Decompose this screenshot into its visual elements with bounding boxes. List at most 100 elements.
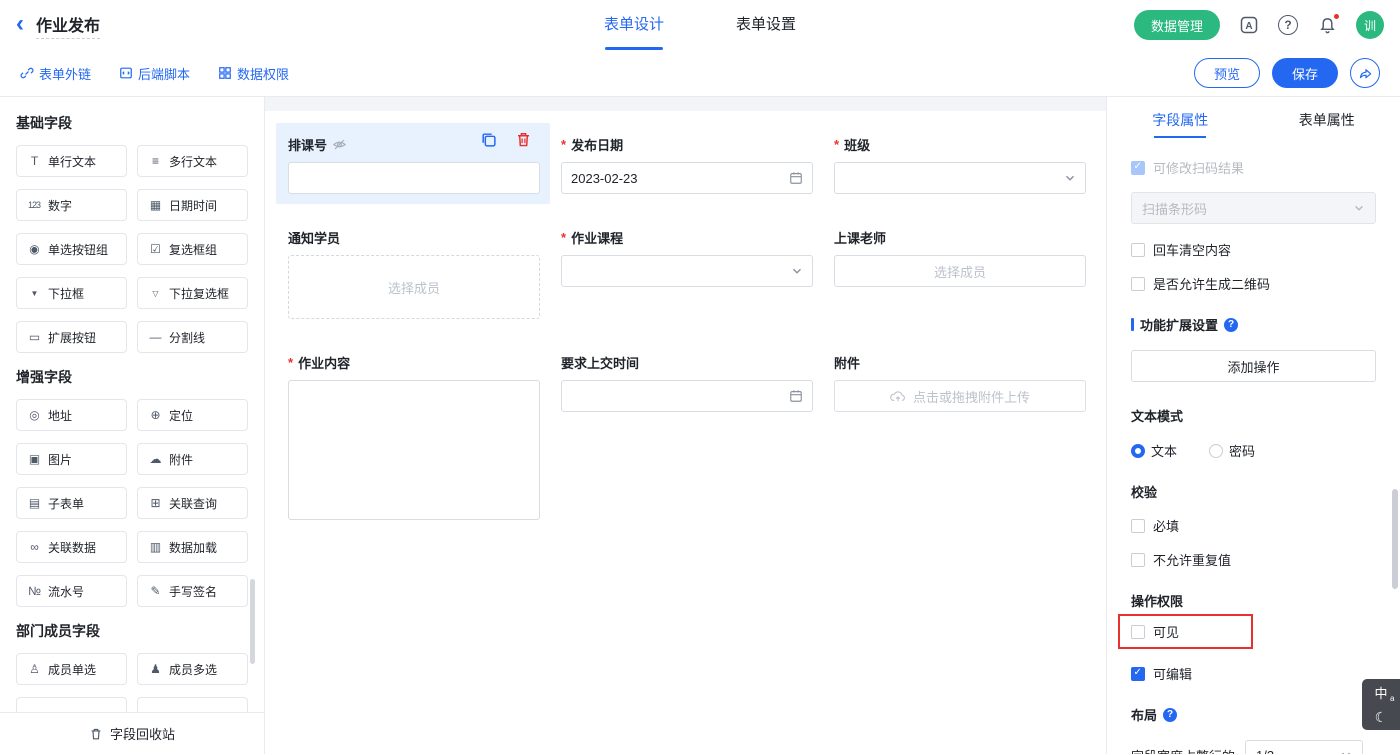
radio-option-text[interactable]: 文本 [1131,441,1177,460]
preview-button[interactable]: 预览 [1194,58,1260,88]
checkbox-visible[interactable] [1131,625,1145,639]
sidebar-item-serial-number[interactable]: №流水号 [16,575,127,607]
form-external-link[interactable]: 表单外链 [20,64,91,83]
sidebar-item-related-data[interactable]: ∞关联数据 [16,531,127,563]
sidebar-item-member-multi[interactable]: ♟成员多选 [137,653,248,685]
add-operation-button[interactable]: 添加操作 [1131,350,1376,382]
section-validation: 校验 [1131,482,1376,501]
notification-bell-icon[interactable] [1316,14,1338,36]
field-teacher[interactable]: 上课老师 选择成员 [834,228,1086,287]
homework-course-select[interactable] [561,255,813,287]
publish-date-input[interactable]: 2023-02-23 [561,162,813,194]
radio-password[interactable] [1209,444,1223,458]
properties-panel: 字段属性 表单属性 可修改扫码结果 扫描条形码 回车清空内容 是否允许生成二维码 [1106,97,1400,754]
sidebar-item-signature[interactable]: ✎手写签名 [137,575,248,607]
sidebar-item-related-query[interactable]: ⊞关联查询 [137,487,248,519]
data-permission-link[interactable]: 数据权限 [218,64,289,83]
field-notify-students[interactable]: 通知学员 选择成员 [288,228,540,319]
field-class[interactable]: *班级 [834,135,1086,194]
field-due-time[interactable]: 要求上交时间 [561,353,813,412]
field-homework-course[interactable]: *作业课程 [561,228,813,287]
course-schedule-no-input[interactable] [288,162,540,194]
page-title[interactable]: 作业发布 [36,12,100,39]
checkbox-editable[interactable] [1131,667,1145,681]
sidebar-item-checkbox-group[interactable]: ☑复选框组 [137,233,248,265]
button-icon: ▭ [26,330,42,344]
avatar[interactable]: 训 [1356,11,1384,39]
scan-mode-select[interactable]: 扫描条形码 [1131,192,1376,224]
back-icon[interactable]: ‹ [16,12,24,36]
tab-form-design[interactable]: 表单设计 [604,0,664,50]
divider-icon: — [147,330,163,344]
checkbox-no-duplicate[interactable] [1131,553,1145,567]
checkbox-enter-clear[interactable] [1131,243,1145,257]
language-icon[interactable]: A [1238,14,1260,36]
option-no-duplicate: 不允许重复值 [1131,550,1376,569]
subform-icon: ▤ [26,496,42,510]
backend-script-link[interactable]: 后端脚本 [119,64,190,83]
eye-off-icon [332,137,347,152]
sidebar-item-dropdown-multi[interactable]: ▽下拉复选框 [137,277,248,309]
field-attachment[interactable]: 附件 点击或拖拽附件上传 [834,353,1086,412]
radio-text[interactable] [1131,444,1145,458]
field-label: 附件 [834,353,860,372]
field-homework-content[interactable]: *作业内容 [288,353,540,520]
option-label: 必填 [1153,516,1179,535]
sidebar-item-subform[interactable]: ▤子表单 [16,487,127,519]
checkbox-modify-scan-result[interactable] [1131,161,1145,175]
section-title-basic-fields: 基础字段 [16,113,248,133]
dropdown-icon: ▼ [26,289,42,298]
sidebar-item-data-load[interactable]: ▥数据加载 [137,531,248,563]
floating-toolbar: 中a ☾ [1362,679,1400,730]
sidebar-item-image[interactable]: ▣图片 [16,443,127,475]
field-width-select[interactable]: 1/3 [1245,740,1363,754]
homework-content-textarea[interactable] [288,380,540,520]
text-icon: T [26,154,42,168]
sidebar-item-member-single[interactable]: ♙成员单选 [16,653,127,685]
sidebar-item-attachment[interactable]: ☁附件 [137,443,248,475]
sidebar-item-multi-line-text[interactable]: ≡多行文本 [137,145,248,177]
field-publish-date[interactable]: *发布日期 2023-02-23 [561,135,813,194]
copy-field-button[interactable] [480,131,497,148]
tab-form-properties[interactable]: 表单属性 [1254,97,1400,143]
sidebar-scrollbar[interactable] [250,579,255,664]
sidebar-item-location[interactable]: ⊕定位 [137,399,248,431]
tab-field-properties-label: 字段属性 [1152,112,1208,128]
sidebar-item-extend-button[interactable]: ▭扩展按钮 [16,321,127,353]
checkbox-required[interactable] [1131,519,1145,533]
field-label: 作业内容 [298,353,350,372]
help-icon[interactable]: ? [1163,708,1177,722]
tab-form-settings[interactable]: 表单设置 [736,0,796,50]
notify-students-picker[interactable]: 选择成员 [288,255,540,319]
sidebar-item-single-line-text[interactable]: T单行文本 [16,145,127,177]
sidebar-item-label: 附件 [169,451,193,468]
sidebar-item-datetime[interactable]: ▦日期时间 [137,189,248,221]
data-manage-button[interactable]: 数据管理 [1134,10,1220,40]
field-course-schedule-no[interactable]: 排课号 [288,135,540,194]
radio-option-password[interactable]: 密码 [1209,441,1255,460]
form-toolbar: 表单外链 后端脚本 数据权限 预览 保存 [0,50,1400,97]
due-time-input[interactable] [561,380,813,412]
sidebar-item-label: 地址 [48,407,72,424]
tab-field-properties[interactable]: 字段属性 [1107,97,1254,143]
teacher-picker[interactable]: 选择成员 [834,255,1086,287]
class-select[interactable] [834,162,1086,194]
attachment-upload[interactable]: 点击或拖拽附件上传 [834,380,1086,412]
option-label: 可编辑 [1153,664,1192,683]
sidebar-item-dropdown[interactable]: ▼下拉框 [16,277,127,309]
sidebar-item-number[interactable]: 123数字 [16,189,127,221]
save-button[interactable]: 保存 [1272,58,1338,88]
help-icon[interactable]: ? [1224,318,1238,332]
help-icon[interactable]: ? [1278,15,1298,35]
delete-field-button[interactable] [515,131,532,148]
checkbox-allow-qrcode[interactable] [1131,277,1145,291]
translate-icon[interactable]: 中a [1374,687,1387,700]
sidebar-item-divider[interactable]: —分割线 [137,321,248,353]
sidebar-item-radio-group[interactable]: ◉单选按钮组 [16,233,127,265]
panel-scrollbar[interactable] [1392,489,1398,589]
share-button[interactable] [1350,58,1380,88]
number-icon: 123 [26,200,42,210]
sidebar-item-address[interactable]: ◎地址 [16,399,127,431]
dark-mode-moon-icon[interactable]: ☾ [1375,710,1388,724]
field-recycle-bin[interactable]: 字段回收站 [0,712,264,754]
